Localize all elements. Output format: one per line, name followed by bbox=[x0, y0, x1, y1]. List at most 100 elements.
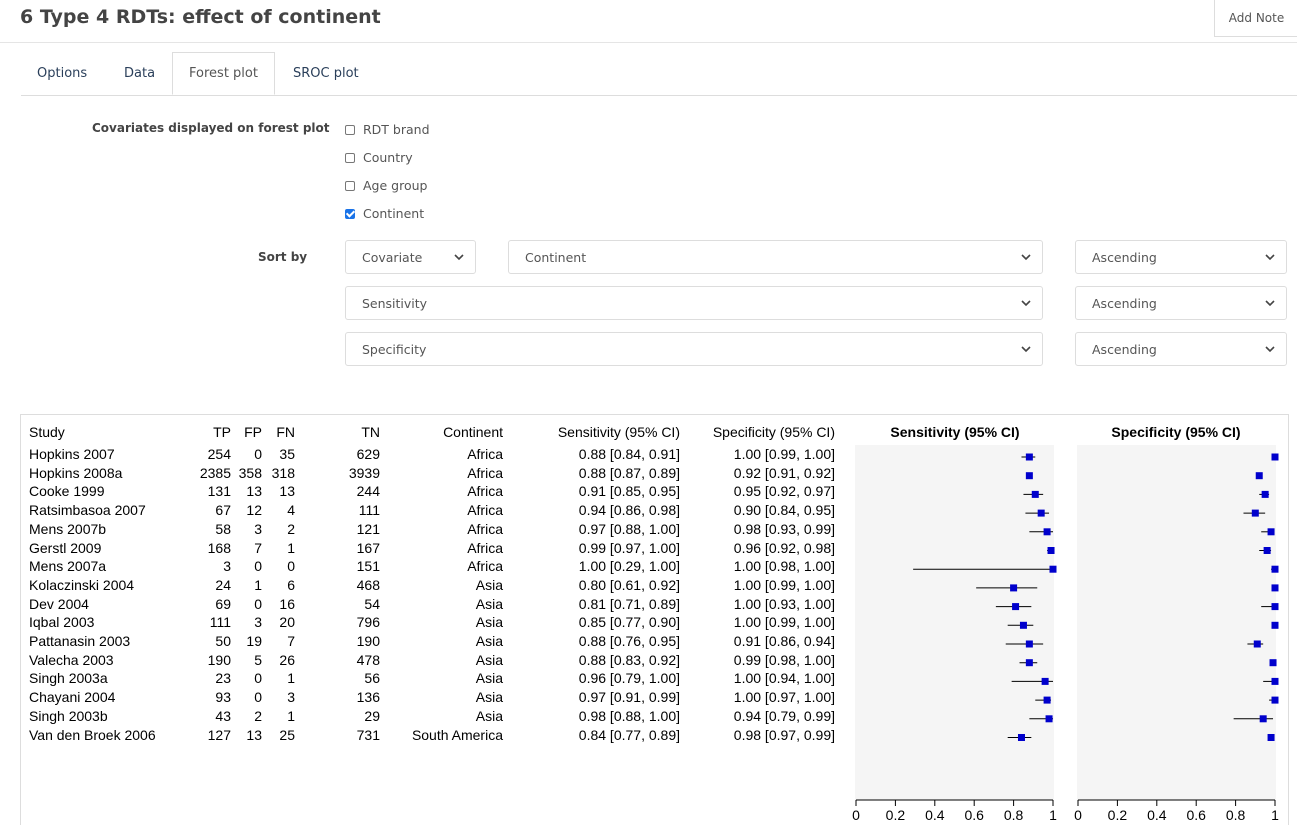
table-cell: Asia bbox=[475, 576, 503, 593]
table-cell: 2 bbox=[254, 707, 262, 724]
table-cell: Africa bbox=[467, 539, 503, 556]
checkbox-box[interactable] bbox=[345, 124, 355, 135]
table-cell: 318 bbox=[271, 464, 295, 481]
table-cell: Cooke 1999 bbox=[29, 483, 105, 500]
table-cell: Hopkins 2008a bbox=[29, 464, 123, 481]
table-cell: 0.98 [0.97, 0.99] bbox=[733, 726, 835, 743]
checkbox-box-checked[interactable] bbox=[345, 208, 355, 219]
sens-point-marker bbox=[1041, 677, 1049, 685]
add-note-button[interactable]: Add Note bbox=[1214, 0, 1297, 37]
table-cell: 121 bbox=[356, 520, 380, 537]
spec-point-marker bbox=[1267, 734, 1275, 741]
table-cell: 2 bbox=[287, 520, 295, 537]
table-cell: Africa bbox=[467, 483, 503, 500]
tab-forest-plot[interactable]: Forest plot bbox=[172, 52, 275, 95]
checkbox-rdt-brand[interactable]: RDT brand bbox=[345, 122, 430, 137]
sensitivity-plot-title: Sensitivity (95% CI) bbox=[890, 424, 1020, 440]
table-cell: 0.85 [0.77, 0.90] bbox=[578, 614, 680, 631]
table-cell: 0.98 [0.88, 1.00] bbox=[578, 707, 680, 724]
sort-field-select-2[interactable]: Sensitivity bbox=[345, 286, 1043, 320]
spec-point-marker bbox=[1253, 640, 1261, 648]
table-cell: 20 bbox=[279, 614, 295, 631]
table-cell: 0.94 [0.86, 0.98] bbox=[578, 502, 680, 519]
axis-tick-label: 0.8 bbox=[1004, 807, 1024, 823]
table-cell: 1.00 [0.99, 1.00] bbox=[733, 614, 835, 631]
chevron-down-icon bbox=[1265, 346, 1275, 353]
axis-tick-label: 1 bbox=[1049, 807, 1057, 823]
table-cell: 58 bbox=[215, 520, 231, 537]
select-value: Ascending bbox=[1092, 341, 1157, 357]
table-cell: Africa bbox=[467, 446, 503, 462]
sens-point-marker bbox=[1017, 734, 1025, 741]
table-cell: 4 bbox=[287, 502, 295, 519]
table-cell: Africa bbox=[467, 558, 503, 575]
chevron-down-icon bbox=[1265, 300, 1275, 307]
table-cell: 26 bbox=[279, 651, 295, 668]
table-cell: Chayani 2004 bbox=[29, 689, 116, 706]
tab-bar: Options Data Forest plot SROC plot bbox=[21, 52, 1297, 96]
table-cell: 3939 bbox=[348, 464, 380, 481]
table-cell: 1 bbox=[254, 576, 262, 593]
tab-sroc-plot[interactable]: SROC plot bbox=[277, 52, 375, 95]
table-cell: Asia bbox=[475, 633, 503, 649]
table-cell: 13 bbox=[279, 483, 295, 500]
sort-field-select-1[interactable]: Continent bbox=[508, 240, 1043, 274]
sens-point-marker bbox=[1037, 509, 1045, 517]
table-cell: 0.88 [0.87, 0.89] bbox=[578, 464, 680, 481]
table-cell: 478 bbox=[356, 651, 380, 668]
spec-point-marker bbox=[1269, 659, 1277, 667]
chevron-down-icon bbox=[1021, 346, 1031, 353]
table-cell: 111 bbox=[358, 502, 380, 519]
checkbox-continent[interactable]: Continent bbox=[345, 206, 424, 221]
table-cell: Singh 2003a bbox=[29, 670, 108, 687]
table-cell: 0.91 [0.86, 0.94] bbox=[733, 633, 835, 649]
table-cell: Gerstl 2009 bbox=[29, 539, 102, 556]
axis-tick-label: 0.4 bbox=[1147, 807, 1167, 823]
column-header: FN bbox=[276, 424, 295, 440]
checkbox-country[interactable]: Country bbox=[345, 150, 413, 165]
table-cell: 1 bbox=[287, 707, 295, 724]
table-cell: 0 bbox=[287, 558, 295, 575]
table-cell: 6 bbox=[287, 576, 295, 593]
table-cell: 731 bbox=[356, 726, 380, 743]
axis-tick-label: 0.4 bbox=[925, 807, 945, 823]
table-cell: Asia bbox=[475, 707, 503, 724]
select-value: Ascending bbox=[1092, 249, 1157, 265]
chevron-down-icon bbox=[454, 254, 464, 261]
table-cell: 3 bbox=[287, 689, 295, 706]
tab-options[interactable]: Options bbox=[21, 52, 103, 95]
table-cell: 67 bbox=[215, 502, 231, 519]
axis-tick-label: 0.6 bbox=[964, 807, 984, 823]
column-header: Sensitivity (95% CI) bbox=[557, 424, 680, 440]
select-value: Sensitivity bbox=[362, 295, 428, 311]
axis-tick-label: 0.2 bbox=[1108, 807, 1128, 823]
checkbox-box[interactable] bbox=[345, 152, 355, 163]
column-header: TN bbox=[361, 424, 380, 440]
table-cell: 629 bbox=[356, 446, 380, 462]
chevron-down-icon bbox=[1021, 254, 1031, 261]
table-cell: 23 bbox=[215, 670, 231, 687]
table-cell: 0.99 [0.98, 1.00] bbox=[733, 651, 835, 668]
table-cell: 254 bbox=[207, 446, 231, 462]
table-cell: 0 bbox=[254, 446, 262, 462]
sort-type-select[interactable]: Covariate bbox=[345, 240, 476, 274]
sens-point-marker bbox=[1047, 547, 1055, 554]
table-cell: 13 bbox=[246, 726, 262, 743]
sort-order-select-2[interactable]: Ascending bbox=[1075, 286, 1287, 320]
checkbox-age-group[interactable]: Age group bbox=[345, 178, 427, 193]
table-cell: 29 bbox=[364, 707, 380, 724]
table-cell: Africa bbox=[467, 464, 503, 481]
tab-data[interactable]: Data bbox=[108, 52, 171, 95]
sort-order-select-1[interactable]: Ascending bbox=[1075, 240, 1287, 274]
table-cell: 0.99 [0.97, 1.00] bbox=[578, 539, 680, 556]
table-cell: 2385 bbox=[199, 464, 231, 481]
table-cell: 1.00 [0.93, 1.00] bbox=[733, 595, 835, 612]
spec-point-marker bbox=[1271, 621, 1279, 629]
checkbox-box[interactable] bbox=[345, 180, 355, 191]
table-cell: 24 bbox=[215, 576, 231, 593]
table-cell: 244 bbox=[356, 483, 380, 500]
sort-field-select-3[interactable]: Specificity bbox=[345, 332, 1043, 366]
table-cell: 7 bbox=[287, 633, 295, 649]
sort-order-select-3[interactable]: Ascending bbox=[1075, 332, 1287, 366]
table-cell: 3 bbox=[254, 614, 262, 631]
